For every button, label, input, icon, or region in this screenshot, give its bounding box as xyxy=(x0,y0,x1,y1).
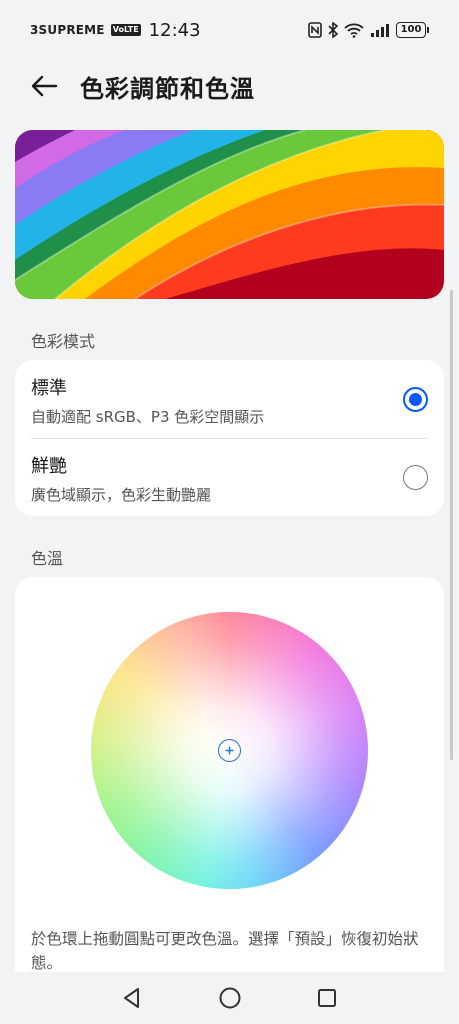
status-bar: 3SUPREME VoLTE 12:43 100 xyxy=(0,0,459,60)
option-vivid[interactable]: 鮮艷 廣色域顯示，色彩生動艷麗 xyxy=(15,438,444,516)
battery-tip xyxy=(427,27,429,33)
square-recents-icon xyxy=(318,989,336,1007)
back-button[interactable] xyxy=(28,71,60,101)
volte-badge: VoLTE xyxy=(110,24,141,36)
color-wheel[interactable] xyxy=(91,612,368,889)
color-wheel-handle[interactable] xyxy=(218,739,241,762)
bluetooth-icon xyxy=(328,22,338,38)
option-subtitle: 自動適配 sRGB、P3 色彩空間顯示 xyxy=(31,408,265,426)
carrier-name: 3SUPREME xyxy=(30,23,105,37)
plus-icon xyxy=(225,746,234,755)
page-title: 色彩調節和色溫 xyxy=(80,75,255,103)
color-preview-banner xyxy=(15,130,444,299)
option-standard[interactable]: 標準 自動適配 sRGB、P3 色彩空間顯示 xyxy=(15,360,444,438)
battery-icon: 100 xyxy=(396,22,429,38)
color-temp-help-text: 於色環上拖動圓點可更改色溫。選擇「預設」恢復初始狀態。 xyxy=(31,930,419,972)
nfc-icon xyxy=(308,22,322,38)
nav-home-button[interactable] xyxy=(218,986,242,1010)
page-header: 色彩調節和色溫 xyxy=(0,60,459,112)
circle-home-icon xyxy=(219,987,241,1009)
radio-dot xyxy=(409,393,422,406)
color-temp-label: 色溫 xyxy=(31,549,64,568)
status-right: 100 xyxy=(308,22,429,38)
wifi-icon xyxy=(344,22,364,38)
nav-back-button[interactable] xyxy=(120,986,144,1010)
nav-recents-button[interactable] xyxy=(315,986,339,1010)
battery-level: 100 xyxy=(396,22,426,38)
arrow-left-icon xyxy=(31,75,58,97)
color-mode-label: 色彩模式 xyxy=(31,332,96,351)
option-subtitle: 廣色域顯示，色彩生動艷麗 xyxy=(31,486,212,504)
color-temp-card: 於色環上拖動圓點可更改色溫。選擇「預設」恢復初始狀態。 xyxy=(15,577,444,987)
scrollbar[interactable] xyxy=(450,290,453,760)
color-mode-card: 標準 自動適配 sRGB、P3 色彩空間顯示 鮮艷 廣色域顯示，色彩生動艷麗 xyxy=(15,360,444,516)
radio-vivid[interactable] xyxy=(403,465,428,490)
status-left: 3SUPREME VoLTE 12:43 xyxy=(30,20,201,41)
signal-icon xyxy=(370,23,390,37)
navigation-bar xyxy=(0,972,459,1024)
status-time: 12:43 xyxy=(148,19,201,41)
triangle-back-icon xyxy=(124,988,139,1008)
radio-standard[interactable] xyxy=(403,387,428,412)
option-title: 標準 xyxy=(31,378,67,399)
option-title: 鮮艷 xyxy=(31,456,67,477)
